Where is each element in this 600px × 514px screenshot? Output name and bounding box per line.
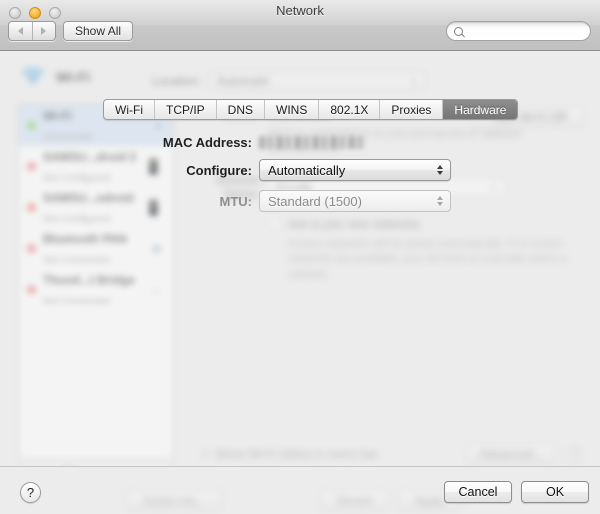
search-input[interactable]	[467, 25, 577, 37]
service-header: Wi-Fi	[20, 66, 90, 88]
bluetooth-icon: ❀	[150, 240, 163, 258]
show-all-button[interactable]: Show All	[63, 21, 133, 41]
show-status-label: Show Wi-Fi status in menu bar	[215, 447, 378, 461]
tab-hardware[interactable]: Hardware	[443, 100, 517, 119]
configure-value: Automatically	[268, 163, 345, 178]
search-field[interactable]	[446, 21, 591, 41]
help-button-background[interactable]: ?	[565, 445, 584, 464]
location-row: Location: Automatic ↕	[152, 71, 426, 90]
back-button[interactable]	[9, 22, 33, 40]
configure-popup[interactable]: Automatically	[259, 159, 451, 181]
mac-address-row: MAC Address:	[0, 135, 600, 150]
bridge-icon: ↔	[148, 281, 163, 298]
sidebar-item-name: Wi-Fi	[43, 109, 72, 123]
sidebar-item-name: Bluetooth PAN	[43, 232, 127, 246]
sidebar-item-status: Not Connected	[43, 296, 110, 307]
location-label: Location:	[152, 74, 201, 88]
tab-wifi[interactable]: Wi-Fi	[104, 100, 155, 119]
sidebar-item-thunderbolt-bridge[interactable]: Thund...t Bridge Not Connected ↔	[19, 269, 173, 310]
chevron-updown-icon	[437, 165, 443, 175]
configure-row: Configure: Automatically	[0, 159, 600, 181]
help-button[interactable]: ?	[20, 482, 41, 503]
network-preferences-window: Network Show All Wi-Fi Location:	[0, 0, 600, 514]
status-dot-icon	[27, 244, 36, 253]
chevron-left-icon	[18, 27, 23, 35]
service-title: Wi-Fi	[56, 69, 90, 85]
sidebar-item-bluetooth-pan[interactable]: Bluetooth PAN Not Connected ❀	[19, 228, 173, 269]
window-title: Network	[0, 3, 600, 18]
status-dot-icon	[27, 285, 36, 294]
ok-button[interactable]: OK	[521, 481, 589, 503]
ask-join-row: Ask to join new networks Known networks …	[268, 215, 584, 284]
sidebar-item-name: Thund...t Bridge	[43, 273, 135, 287]
advanced-button[interactable]: Advanced...	[466, 444, 556, 464]
background-footer-buttons: Revert Apply	[320, 490, 461, 511]
tab-proxies[interactable]: Proxies	[380, 100, 443, 119]
mac-address-value	[259, 136, 365, 149]
network-pane-background: Wi-Fi Location: Automatic ↕ Wi-Fi Connec…	[0, 51, 600, 514]
revert-button[interactable]: Revert	[320, 490, 389, 511]
chevron-right-icon	[41, 27, 46, 35]
hardware-form: MAC Address: Configure: Automatically MT…	[0, 135, 600, 221]
tab-wins[interactable]: WINS	[265, 100, 319, 119]
background-bottom-row: ✓ Show Wi-Fi status in menu bar Advanced…	[200, 444, 584, 464]
chevron-updown-icon: ↕	[411, 74, 417, 88]
location-value: Automatic	[217, 74, 270, 88]
location-popup[interactable]: Automatic ↕	[208, 71, 426, 90]
mtu-label: MTU:	[0, 194, 259, 209]
mtu-value: Standard (1500)	[268, 194, 362, 209]
assist-me-button[interactable]: Assist me...	[126, 490, 222, 511]
status-dot-icon	[27, 121, 36, 130]
configure-label: Configure:	[0, 163, 259, 178]
tab-tcpip[interactable]: TCP/IP	[155, 100, 217, 119]
wifi-icon	[20, 66, 46, 88]
mtu-row: MTU: Standard (1500)	[0, 190, 600, 212]
mac-address-label: MAC Address:	[0, 135, 259, 150]
sheet-action-buttons: Cancel OK	[444, 481, 589, 503]
ask-join-description: Known networks will be joined automatica…	[288, 237, 578, 284]
settings-tabbar[interactable]: Wi-Fi TCP/IP DNS WINS 802.1X Proxies Har…	[103, 99, 518, 120]
tab-dns[interactable]: DNS	[217, 100, 265, 119]
cancel-button[interactable]: Cancel	[444, 481, 512, 503]
checkmark-icon: ✓	[200, 446, 211, 462]
mtu-popup[interactable]: Standard (1500)	[259, 190, 451, 212]
chevron-updown-icon	[437, 196, 443, 206]
tab-8021x[interactable]: 802.1X	[319, 100, 380, 119]
nav-segmented-control[interactable]	[8, 21, 56, 41]
sidebar-item-status: Not Connected	[43, 255, 110, 266]
window-titlebar: Network Show All	[0, 0, 600, 51]
search-icon	[454, 27, 463, 36]
forward-button[interactable]	[33, 22, 56, 40]
